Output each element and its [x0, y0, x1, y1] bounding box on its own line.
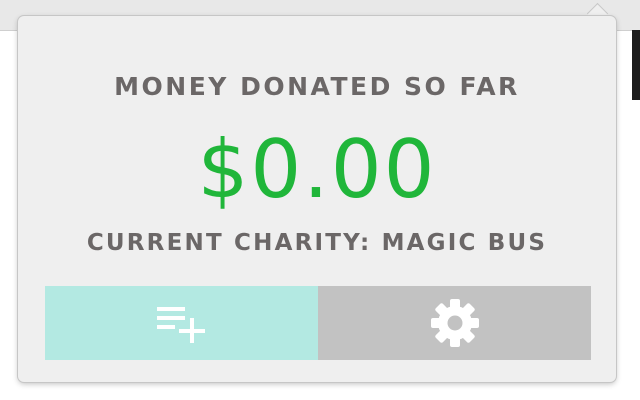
page-background-strip: [632, 30, 640, 100]
add-to-list-button[interactable]: [45, 286, 318, 360]
settings-button[interactable]: [318, 286, 591, 360]
playlist-add-icon: [156, 307, 205, 343]
extension-popup: MONEY DONATED SO FAR $0.00 CURRENT CHARI…: [18, 16, 616, 382]
donated-label: MONEY DONATED SO FAR: [114, 72, 520, 101]
donated-amount: $0.00: [197, 123, 437, 216]
action-buttons: [45, 286, 591, 360]
current-charity-label: CURRENT CHARITY: MAGIC BUS: [86, 230, 548, 256]
gear-icon: [430, 299, 479, 347]
